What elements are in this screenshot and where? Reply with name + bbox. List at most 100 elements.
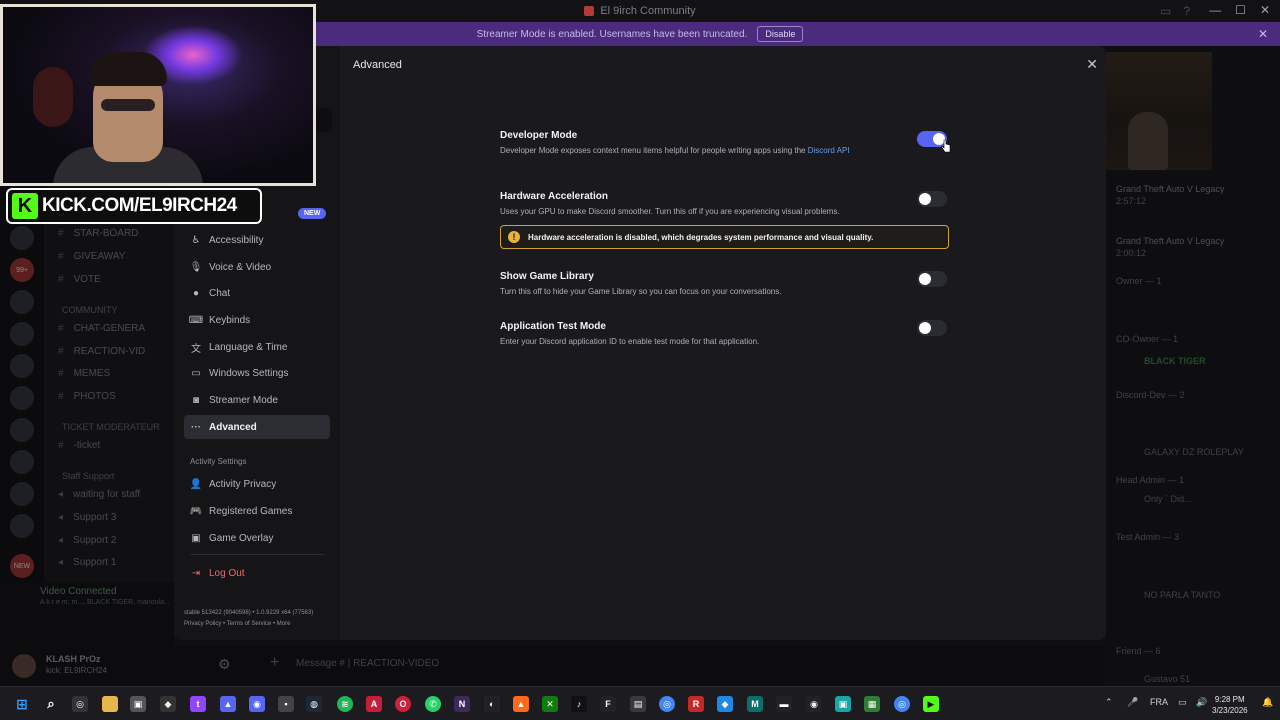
help-icon[interactable]: ? [1183,4,1190,18]
spotify-icon[interactable]: ≋ [337,696,353,712]
voice-channel-item[interactable]: ◂ Support 1 [58,557,116,568]
close-banner-icon[interactable]: ✕ [1258,27,1268,41]
setting-application-test-mode: Application Test Mode Enter your Discord… [500,321,950,347]
app-icon[interactable]: ▲ [220,696,236,712]
server-icon[interactable] [10,386,34,410]
channel-item[interactable]: # CHAT-GENERA [58,323,145,334]
channel-item[interactable]: # STAR-BOARD [58,228,138,239]
add-attachment-icon[interactable]: + [270,654,279,672]
channel-category[interactable]: Staff Support [62,471,114,481]
nav-keybinds[interactable]: ⌨ Keybinds [184,308,330,332]
avatar[interactable] [12,654,36,678]
app-icon[interactable]: ◉ [806,696,822,712]
build-version: stable 513422 (9040598) • 1.0.9229 x64 (… [184,610,314,616]
server-icon[interactable] [10,354,34,378]
app-icon[interactable]: ◎ [72,696,88,712]
footer-links[interactable]: Privacy Policy • Terms of Service • More [184,619,313,630]
system-clock[interactable]: 9:28 PM 3/23/2026 [1212,694,1248,716]
server-icon[interactable] [10,290,34,314]
application-test-mode-toggle[interactable] [917,320,947,336]
server-icon[interactable] [10,418,34,442]
inbox-icon[interactable]: ▭ [1160,4,1171,18]
channel-category[interactable]: TICKET MODERATEUR [62,422,160,432]
channel-item[interactable]: # PHOTOS [58,391,116,402]
tray-chevron-icon[interactable]: ⌃ [1105,697,1113,708]
new-badge: NEW [298,208,327,219]
notifications-icon[interactable]: 🔔 [1262,697,1273,708]
nav-registered-games[interactable]: 🎮 Registered Games [184,499,330,523]
voice-channel-item[interactable]: ◂ Support 3 [58,512,116,523]
show-game-library-toggle[interactable] [917,271,947,287]
channel-item[interactable]: # -ticket [58,440,100,451]
steam-icon[interactable]: ◍ [306,696,322,712]
lock-icon[interactable]: ▪ [278,696,294,712]
kick-icon[interactable]: ▶ [923,696,939,712]
nav-chat[interactable]: ● Chat [184,281,330,305]
windows-start-icon[interactable]: ⊞ [14,696,30,712]
discord-icon[interactable]: ◉ [249,696,265,712]
channel-item[interactable]: # MEMES [58,368,110,379]
voice-channel-item[interactable]: ◂ Support 2 [58,535,116,546]
app-icon[interactable]: M [747,696,763,712]
app-icon[interactable]: ▣ [130,696,146,712]
disable-streamer-mode-button[interactable]: Disable [757,26,804,42]
search-icon[interactable]: ⌕ [43,696,59,712]
channel-item[interactable]: # REACTION-VID [58,346,145,357]
nav-language-time[interactable]: 文 Language & Time [184,335,330,359]
nav-streamer-mode[interactable]: ◙ Streamer Mode [184,388,330,412]
tiktok-icon[interactable]: ♪ [571,696,587,712]
member-name[interactable]: Only ` Did... [1144,494,1192,504]
app-icon[interactable]: N [454,696,470,712]
file-explorer-icon[interactable] [102,696,118,712]
message-input[interactable]: Message # | REACTION-VIDEO [296,658,439,669]
server-icon[interactable] [10,226,34,250]
network-icon[interactable]: ▭ [1178,697,1187,708]
app-icon[interactable]: ▬ [776,696,792,712]
microphone-tray-icon[interactable]: 🎤 [1127,697,1138,708]
nav-windows-settings[interactable]: ▭ Windows Settings [184,361,330,385]
opera-icon[interactable]: O [395,696,411,712]
server-icon[interactable] [10,322,34,346]
channel-category[interactable]: COMMUNITY [62,305,118,315]
nav-game-overlay[interactable]: ▣ Game Overlay [184,526,330,550]
server-icon[interactable] [10,450,34,474]
app-icon[interactable]: F [600,696,616,712]
xbox-icon[interactable]: ✕ [542,696,558,712]
app-icon[interactable]: R [688,696,704,712]
channel-item[interactable]: # VOTE [58,274,101,285]
nav-activity-privacy[interactable]: 👤 Activity Privacy [184,472,330,496]
app-icon[interactable]: A [366,696,382,712]
minimize-button[interactable]: — [1209,3,1221,17]
member-video-thumbnail[interactable] [1106,52,1212,170]
app-icon[interactable]: ▣ [835,696,851,712]
app-icon[interactable]: ▲ [513,696,529,712]
language-indicator[interactable]: FRA [1150,697,1168,707]
twitch-icon[interactable]: t [190,696,206,712]
volume-icon[interactable]: 🔊 [1196,697,1207,708]
nav-voice-video[interactable]: 🎙 Voice & Video [184,255,330,279]
maximize-button[interactable]: ☐ [1235,3,1246,17]
gear-icon[interactable]: ⚙ [218,656,231,673]
hardware-acceleration-toggle[interactable] [917,191,947,207]
channel-item[interactable]: # GIVEAWAY [58,251,125,262]
obs-icon[interactable]: ◐ [484,696,500,712]
chrome-icon[interactable]: ◎ [659,696,675,712]
server-icon[interactable]: 99+ [10,258,34,282]
app-icon[interactable]: ▤ [630,696,646,712]
voice-channel-item[interactable]: ◂ waiting for staff [58,489,140,500]
close-icon[interactable]: ✕ [1086,56,1098,73]
discord-api-link[interactable]: Discord API [808,146,850,155]
member-name[interactable]: BLACK TIGER [1144,356,1206,366]
nav-advanced[interactable]: ··· Advanced [184,415,330,439]
whatsapp-icon[interactable]: ✆ [425,696,441,712]
close-window-button[interactable]: ✕ [1260,3,1270,17]
server-icon[interactable] [10,514,34,538]
chrome-icon[interactable]: ◎ [894,696,910,712]
app-icon[interactable]: ◆ [717,696,733,712]
server-icon[interactable]: NEW [10,554,34,578]
server-icon[interactable] [10,482,34,506]
app-icon[interactable]: ◆ [160,696,176,712]
app-icon[interactable]: ▦ [864,696,880,712]
nav-accessibility[interactable]: ♿ Accessibility [184,228,330,252]
logout-button[interactable]: ⇥ Log Out [184,561,330,585]
